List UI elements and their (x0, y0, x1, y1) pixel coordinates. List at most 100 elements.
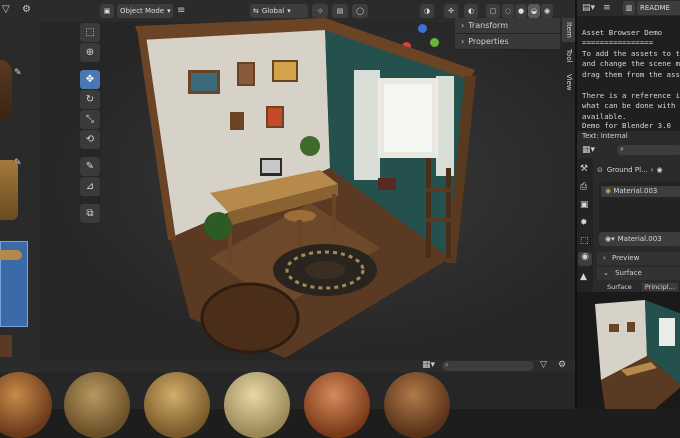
surface-shader-row[interactable]: Surface Principl... (607, 282, 680, 292)
move-icon[interactable]: ✥ (80, 70, 100, 89)
search-icon: ⌕ (620, 145, 624, 153)
tab-view[interactable]: View (562, 70, 575, 94)
object-tab-icon[interactable]: ⬚ (580, 236, 589, 246)
text-line: Asset Browser Demo (582, 27, 663, 37)
text-line: To add the assets to the (582, 48, 680, 58)
settings-icon[interactable]: ⚙ (22, 4, 31, 15)
tool-tab-icon[interactable]: ⚒ (580, 164, 588, 174)
asset-thumb-chair[interactable] (0, 60, 12, 120)
object-interaction-icon[interactable]: ▣ (100, 4, 114, 18)
world-tab-icon[interactable]: ✸ (580, 218, 588, 228)
surface-prop-label: Surface (607, 283, 632, 291)
text-editor[interactable]: ▤▾ ≡ ▥ README Asset Browser Demo ========… (575, 0, 680, 142)
output-tab-icon[interactable]: ▣ (580, 200, 589, 210)
orientation-dropdown[interactable]: ⇆ Global ▾ (250, 4, 308, 18)
preview-picture (627, 322, 635, 332)
xray-icon[interactable]: ▢ (486, 4, 500, 18)
material-icon: ◉ (605, 187, 612, 195)
object-name: Ground Pl... (606, 166, 648, 174)
search-icon: ⌕ (445, 361, 449, 369)
mode-label: Object Mode (120, 7, 165, 15)
material-selector[interactable]: ◉▾ Material.003 (599, 232, 680, 246)
shading-rendered-icon[interactable]: ◉ (541, 4, 553, 18)
surface-label: Surface (615, 269, 642, 277)
material-slot-selected[interactable]: ◉ Material.003 (601, 186, 680, 197)
text-line: drag them from the asset (582, 69, 680, 79)
asset-search-input[interactable]: ⌕ (442, 361, 534, 371)
asset-thumb-table[interactable] (0, 160, 18, 220)
select-box-icon[interactable]: ⬚ (80, 23, 100, 42)
material-slot-name: Material.003 (613, 187, 658, 195)
cursor-icon[interactable]: ⊕ (80, 43, 100, 62)
shader-value: Principl... (641, 283, 678, 291)
readme-label: README (640, 4, 670, 12)
mode-dropdown[interactable]: Object Mode ▾ (117, 4, 173, 18)
scale-icon[interactable]: ⤡ (80, 110, 100, 129)
viewport-3d[interactable]: ▣ Object Mode ▾ ≡ ⇆ Global ▾ ⊹ ▤ ◯ ◑ ✣ ◐… (40, 0, 575, 360)
asset-thumb-stool[interactable] (0, 335, 12, 357)
material-ball-wood-d[interactable] (224, 372, 290, 438)
pivot-icon[interactable]: ⊹ (312, 4, 328, 18)
proportional-edit-icon[interactable]: ◯ (352, 4, 368, 18)
shading-solid-icon[interactable]: ● (515, 4, 527, 18)
edit-icon[interactable]: ✎ (14, 158, 22, 168)
book-stack (378, 178, 396, 190)
properties-search-input[interactable]: ⌕ (617, 145, 680, 155)
annotate-icon[interactable]: ✎ (80, 157, 100, 176)
plant (300, 136, 320, 156)
settings-icon[interactable]: ⚙ (558, 360, 566, 370)
material-ball-wood-f[interactable] (384, 372, 450, 438)
orientation-label: Global (261, 7, 285, 15)
menu-icon[interactable]: ≡ (177, 5, 185, 16)
filter-icon[interactable]: ▽ (540, 360, 547, 370)
room-scene-render (135, 18, 476, 358)
material-ball-wood-b[interactable] (64, 372, 130, 438)
material-slot-list[interactable]: ◉ Material.003 (599, 182, 680, 236)
ladder-rail (426, 158, 431, 258)
editor-type-icon[interactable]: ▤▾ (582, 3, 595, 13)
ladder-rung (426, 218, 451, 222)
text-line: ================ (582, 38, 654, 47)
readme-field[interactable]: README (637, 1, 680, 15)
picture-canvas (274, 62, 296, 80)
chevron-right-icon: › (603, 254, 606, 262)
editor-type-icon[interactable]: ▦▾ (582, 145, 595, 155)
ladder-rail (446, 168, 451, 258)
shading-material-icon[interactable]: ◒ (528, 4, 540, 18)
tab-item[interactable]: Item (562, 18, 575, 42)
material-tab-icon[interactable]: ◉ (578, 252, 592, 266)
rotate-icon[interactable]: ↻ (80, 90, 100, 109)
surface-panel[interactable]: ⌄ Surface (597, 267, 680, 280)
properties-editor: ▦▾ ⌕ ⚒ ⎙ ▣ ✸ ⬚ ◉ ▲ ⊙ Ground Pl... › ◉ ◉ … (575, 142, 680, 292)
material-ball-wood-c[interactable] (144, 372, 210, 438)
menu-icon[interactable]: ≡ (603, 3, 611, 13)
display-mode-icon[interactable]: ▦▾ (422, 360, 435, 370)
render-tab-icon[interactable]: ⎙ (580, 182, 587, 192)
measure-icon[interactable]: ⊿ (80, 177, 100, 196)
add-cube-icon[interactable]: ⧉ (80, 204, 100, 223)
toolbar: ⬚ ⊕ ✥ ↻ ⤡ ⟲ ✎ ⊿ ⧉ (79, 22, 101, 224)
text-editor-footer: Text: Internal (577, 131, 680, 142)
gizmo-icon[interactable]: ✣ (444, 4, 458, 18)
material-icon: ◉▾ (605, 235, 615, 243)
laptop-screen (262, 160, 280, 173)
text-line: what can be done with th (582, 101, 680, 110)
properties-tab-column: ⚒ ⎙ ▣ ✸ ⬚ ◉ ▲ (577, 158, 593, 292)
transform-icon[interactable]: ⟲ (80, 130, 100, 149)
data-tab-icon[interactable]: ▲ (580, 272, 587, 282)
overlay-icon[interactable]: ◐ (464, 4, 478, 18)
edit-icon[interactable]: ✎ (14, 68, 22, 78)
preview-panel[interactable]: › Preview (597, 252, 680, 265)
tab-tool[interactable]: Tool (562, 44, 575, 68)
object-breadcrumb: ⊙ Ground Pl... › ◉ (597, 164, 680, 176)
visibility-icon[interactable]: ◑ (420, 4, 434, 18)
snap-icon[interactable]: ▤ (332, 4, 348, 18)
filter-icon[interactable]: ▽ (2, 4, 10, 15)
material-ball-wood-e[interactable] (304, 372, 370, 438)
pin-icon[interactable]: ⊙ (597, 166, 603, 174)
curtain-left (354, 70, 380, 180)
text-datablock-icon[interactable]: ▥ (623, 1, 635, 15)
shading-wireframe-icon[interactable]: ◌ (502, 4, 514, 18)
preview-label: Preview (612, 254, 640, 262)
picture-canvas (239, 64, 253, 84)
